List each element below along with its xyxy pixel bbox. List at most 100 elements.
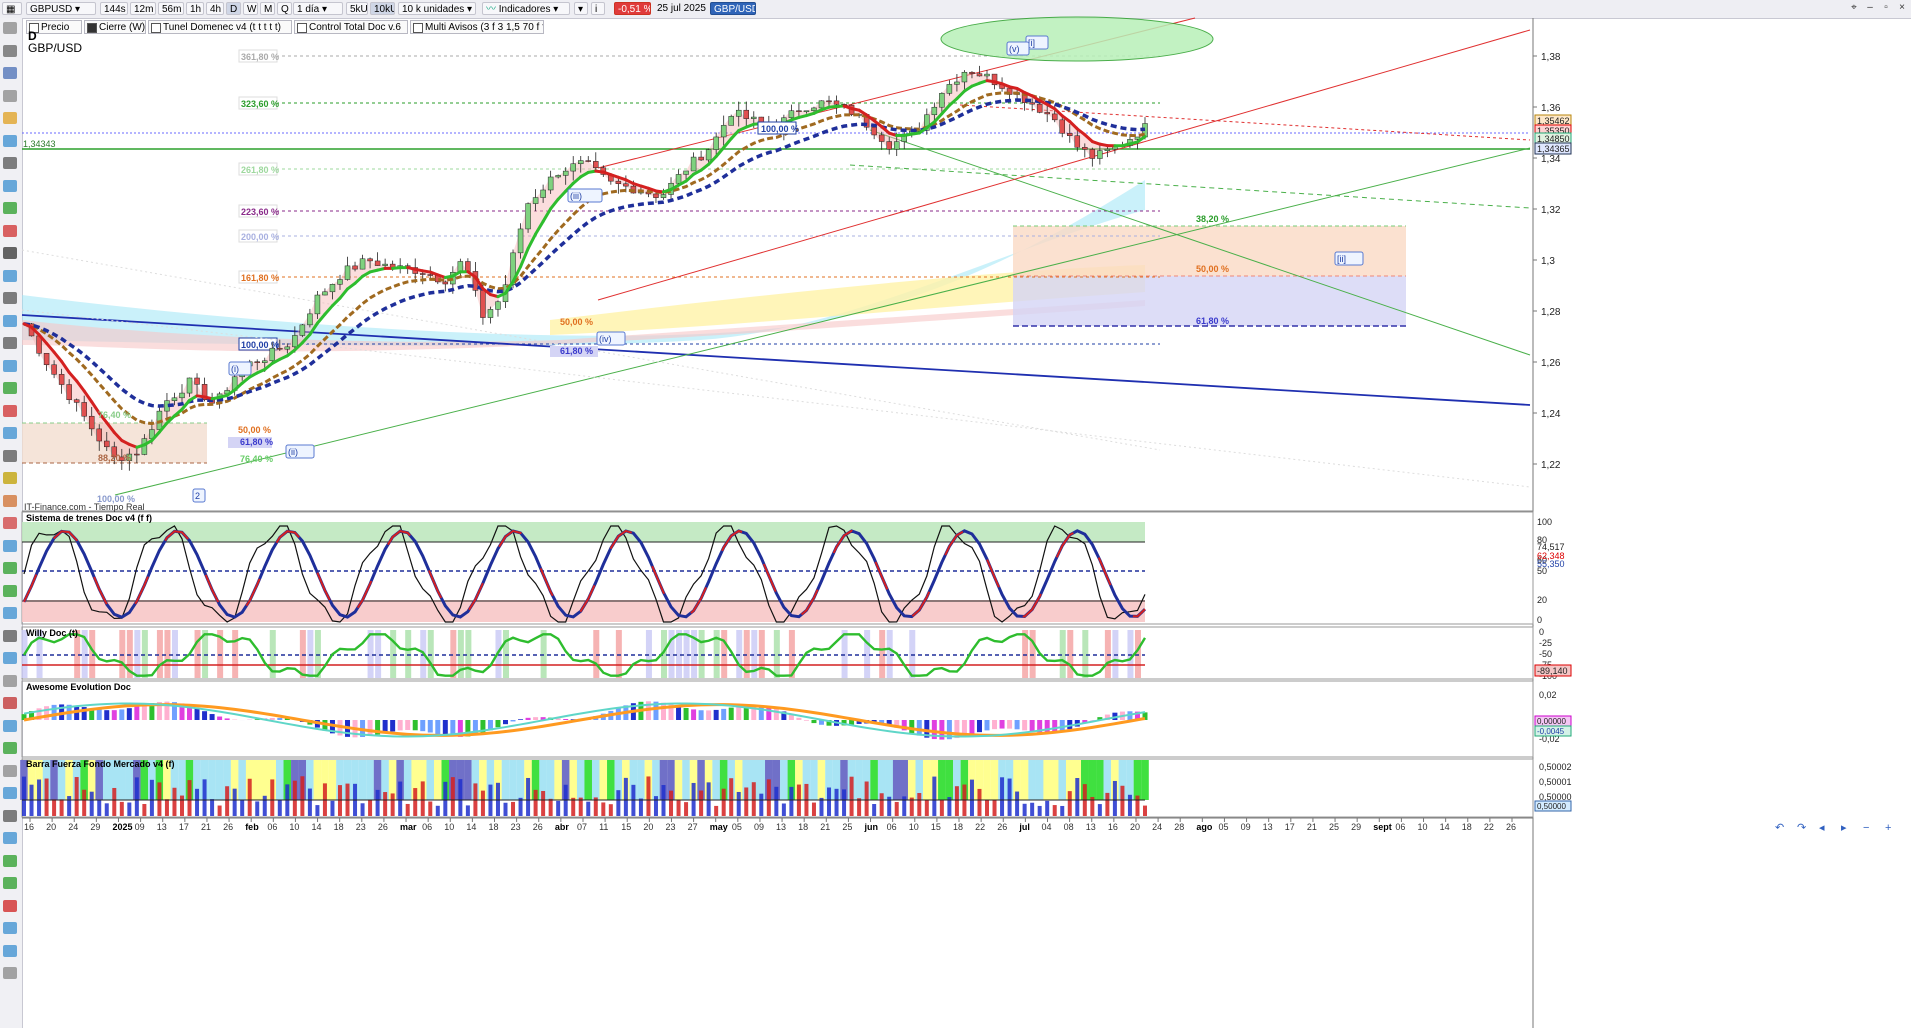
x-tick-label: 18 [798,822,808,832]
x-tick-label: 07 [577,822,587,832]
candle [442,281,449,285]
p4-bar [932,776,937,816]
p4-bar [518,797,523,816]
x-tick-label: 17 [179,822,189,832]
candle [134,453,140,456]
p4-bar [59,799,64,816]
p4-bar [969,779,974,816]
p4-bar [149,779,154,816]
candle [367,258,373,262]
p4-bar [195,788,200,816]
p2-bar [119,630,126,678]
p4-bar [781,803,786,816]
candle [179,392,185,399]
fib-mid-label: 61,80 % [560,346,593,356]
p3-bar [96,709,102,720]
candle [683,170,689,175]
zoom-out-icon[interactable]: − [1863,822,1869,834]
x-tick-label: 04 [1041,822,1051,832]
x-tick-label: 06 [422,822,432,832]
fib-right-label: 61,80 % [1196,316,1229,326]
x-tick-label: 05 [732,822,742,832]
candle [954,81,960,85]
redo-icon[interactable]: ↷ [1797,822,1806,834]
p4-bar [849,776,854,816]
p4-bg [426,760,435,800]
p4-bar [548,798,553,816]
p4-bg [674,760,683,800]
p2-bar [773,630,780,678]
p3-value: 0,00000 [1537,717,1566,726]
candle [720,125,727,138]
p4-bar [721,788,726,816]
x-tick-label: 26 [1506,822,1516,832]
p4-bg [358,760,367,800]
chart-area[interactable]: 1,38 1,36 1,34 1,32 1,3 1,28 1,26 1,24 1,22 361,8… [0,0,1911,1028]
p4-bar [1015,791,1020,816]
p4-bar [187,780,192,816]
p4-bg [607,760,615,800]
candle [96,428,102,442]
candle [382,263,388,266]
wave-label: (v) [1009,44,1020,54]
candle [1067,133,1073,136]
p3-bar [442,720,448,736]
y-tick-label: 1,38 [1541,52,1561,63]
p4-bar [1135,795,1140,816]
p4-bg [1050,760,1059,800]
candle [653,193,659,198]
p4-bg [328,760,337,800]
x-tick-label: 09 [754,822,764,832]
y-tick-label: 1,34 [1541,154,1561,165]
p4-bar [270,779,275,816]
p2-bar [615,630,622,678]
p4-bg [238,760,246,800]
fib-left-label: 76,40 % [98,410,131,420]
p4-bar [834,788,839,816]
p4-bg [945,760,954,800]
candle [277,347,283,350]
x-tick-label: 08 [1064,822,1074,832]
p2-bar [1059,630,1066,678]
p4-bar [405,803,410,816]
candle [562,170,569,176]
candle [984,73,990,77]
p4-bg [1141,760,1149,800]
p4-bar [97,800,102,816]
candle [1029,102,1035,105]
candle [307,313,313,326]
candle [73,399,80,403]
p2-bar [698,630,705,678]
candle [329,284,336,293]
x-tick-label: 21 [201,822,211,832]
p4-bar [1067,791,1072,816]
p4-bg [366,760,374,800]
candle [337,279,343,285]
p4-tick: 0,50001 [1539,777,1572,787]
p4-bar [37,779,42,816]
ma-brown [23,91,1146,426]
back-icon[interactable]: ◂ [1819,822,1825,834]
candle [427,274,434,276]
p3-bar [405,720,411,730]
p4-bar [112,787,117,816]
p4-bar [653,796,658,816]
candle [961,71,968,83]
p4-bar [811,802,816,816]
p2-bar [593,630,600,678]
zoom-in-icon[interactable]: + [1885,822,1891,834]
p4-bar [954,786,959,816]
x-tick-label: 26 [378,822,388,832]
x-tick-label: 29 [1351,822,1361,832]
x-tick-label: 18 [953,822,963,832]
p4-bg [403,760,412,800]
p3-bar [141,704,147,720]
p4-bg [1133,760,1142,800]
p3-bar [728,707,734,720]
candle [833,100,840,105]
ma-blue [23,98,1146,408]
panel-title: Sistema de trenes Doc v4 (f f) [26,513,152,523]
undo-icon[interactable]: ↶ [1775,822,1784,834]
x-tick-label: 2025 [112,822,132,832]
forward-icon[interactable]: ▸ [1841,822,1847,834]
